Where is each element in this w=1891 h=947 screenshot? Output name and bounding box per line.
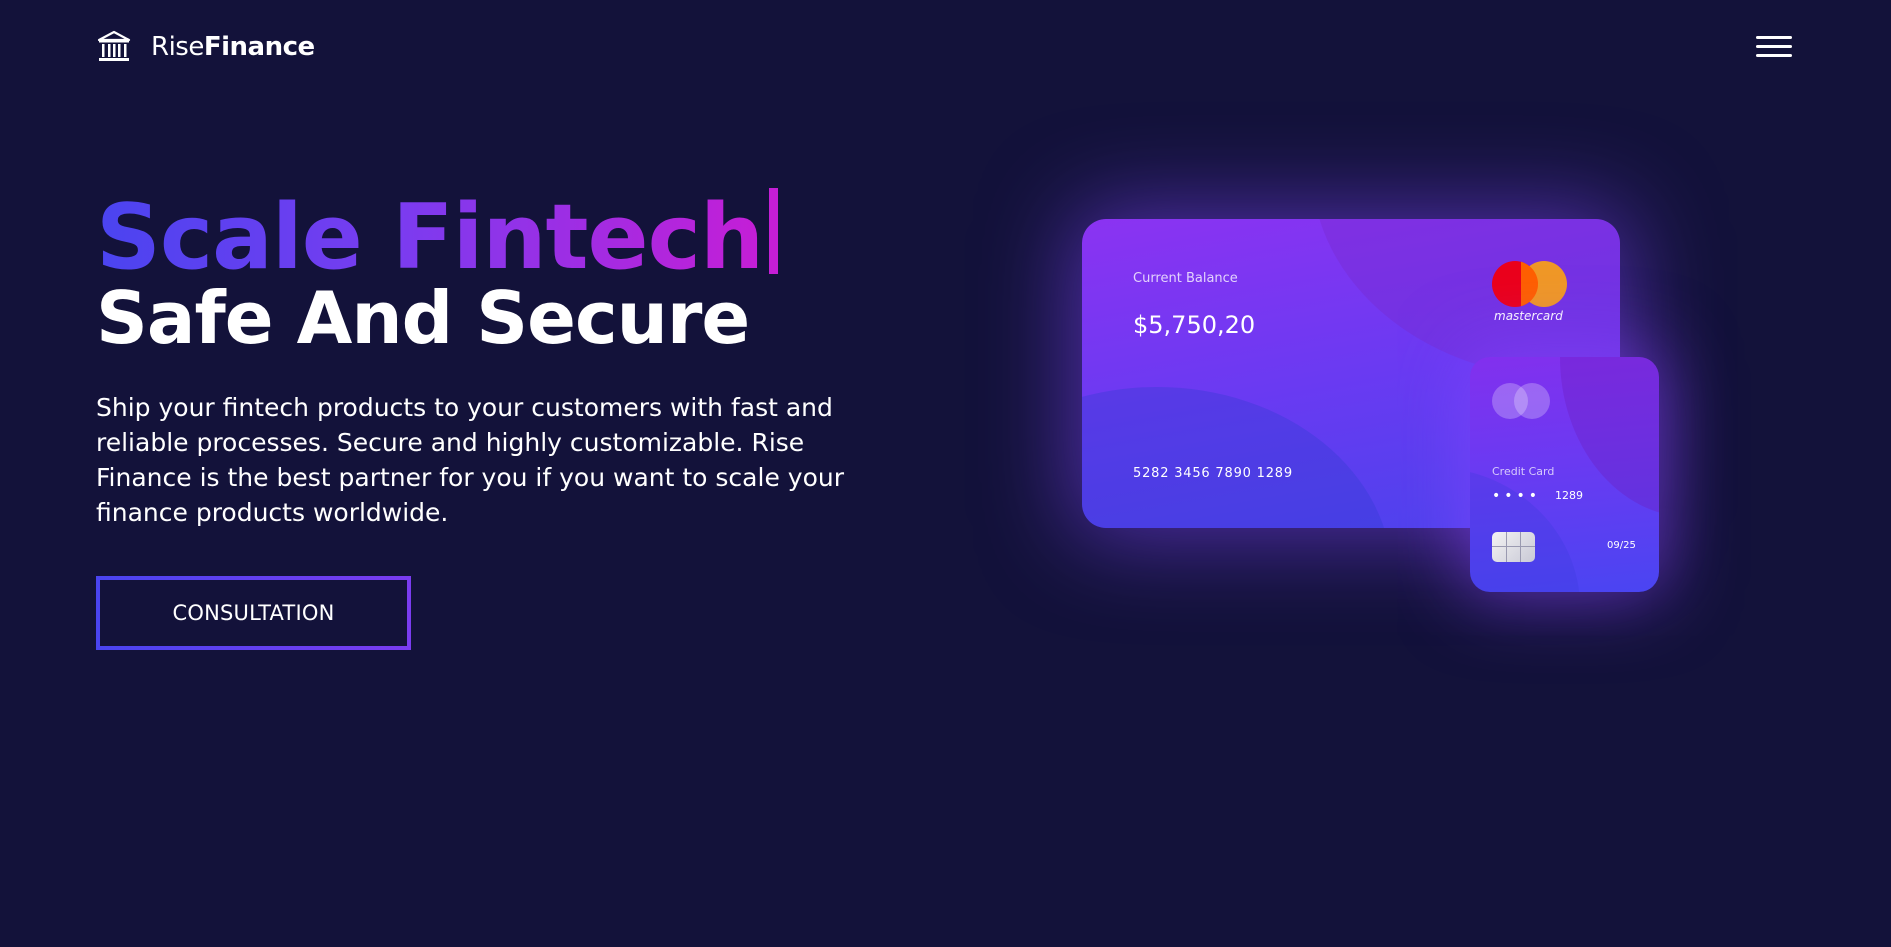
menu-line — [1756, 54, 1792, 57]
balance-value: $5,750,20 — [1133, 311, 1256, 339]
hero-title-gradient-text: Scale Fintech — [96, 185, 764, 290]
card-number: 5282 3456 7890 1289 — [1133, 466, 1293, 481]
hamburger-menu-icon[interactable] — [1756, 34, 1792, 60]
credit-card-label: Credit Card — [1492, 465, 1555, 478]
card-decoration — [1312, 219, 1620, 379]
card-decoration — [1470, 467, 1580, 592]
masked-number: •••• — [1492, 488, 1542, 504]
credit-card: Credit Card •••• 1289 09/25 — [1470, 357, 1659, 592]
consultation-button-label: CONSULTATION — [100, 580, 407, 646]
mastercard-wordmark: mastercard — [1494, 309, 1563, 323]
chip-icon — [1492, 532, 1535, 562]
balance-label: Current Balance — [1133, 271, 1238, 286]
card-expiry: 09/25 — [1607, 540, 1636, 551]
mastercard-overlap — [1521, 261, 1538, 307]
landing-page: RiseFinance Scale Fintech Safe And Secur… — [0, 0, 1891, 947]
hero-description: Ship your fintech products to your custo… — [96, 393, 844, 527]
brand-name-light: Rise — [151, 32, 204, 62]
brand-name-bold: Finance — [203, 32, 315, 62]
menu-line — [1756, 45, 1792, 48]
consultation-button[interactable]: CONSULTATION — [96, 576, 411, 650]
mastercard-logo: mastercard — [1492, 261, 1572, 323]
menu-line — [1756, 36, 1792, 39]
hero-title-line2: Safe And Secure — [96, 276, 750, 360]
card-last-four: 1289 — [1555, 489, 1583, 502]
card-decoration — [1082, 387, 1392, 528]
brand-name: RiseFinance — [151, 34, 315, 60]
brand-logo[interactable]: RiseFinance — [97, 30, 315, 64]
typing-cursor — [769, 188, 779, 274]
card-brand-icon — [1492, 383, 1552, 421]
bank-icon — [97, 30, 131, 61]
hero-title-line1: Scale Fintech — [96, 188, 779, 283]
